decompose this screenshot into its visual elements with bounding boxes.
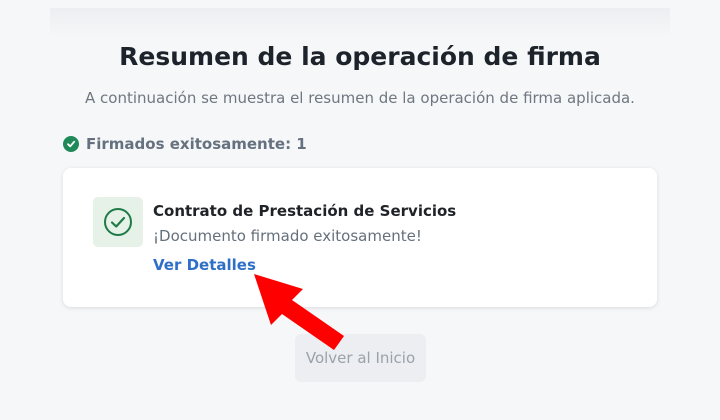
signed-status: Firmados exitosamente: 1 bbox=[63, 135, 307, 153]
document-title: Contrato de Prestación de Servicios bbox=[153, 202, 457, 220]
check-circle-icon bbox=[93, 197, 143, 247]
page-subtitle: A continuación se muestra el resumen de … bbox=[85, 89, 635, 107]
success-check-icon bbox=[63, 136, 79, 152]
signed-status-label: Firmados exitosamente: 1 bbox=[86, 135, 307, 153]
view-details-link[interactable]: Ver Detalles bbox=[153, 256, 256, 274]
document-result-card: Contrato de Prestación de Servicios ¡Doc… bbox=[63, 168, 657, 307]
annotation-arrow-icon bbox=[254, 274, 344, 350]
page-title: Resumen de la operación de firma bbox=[119, 42, 601, 71]
document-status-message: ¡Documento firmado exitosamente! bbox=[153, 227, 422, 245]
top-panel-shadow bbox=[50, 8, 670, 38]
